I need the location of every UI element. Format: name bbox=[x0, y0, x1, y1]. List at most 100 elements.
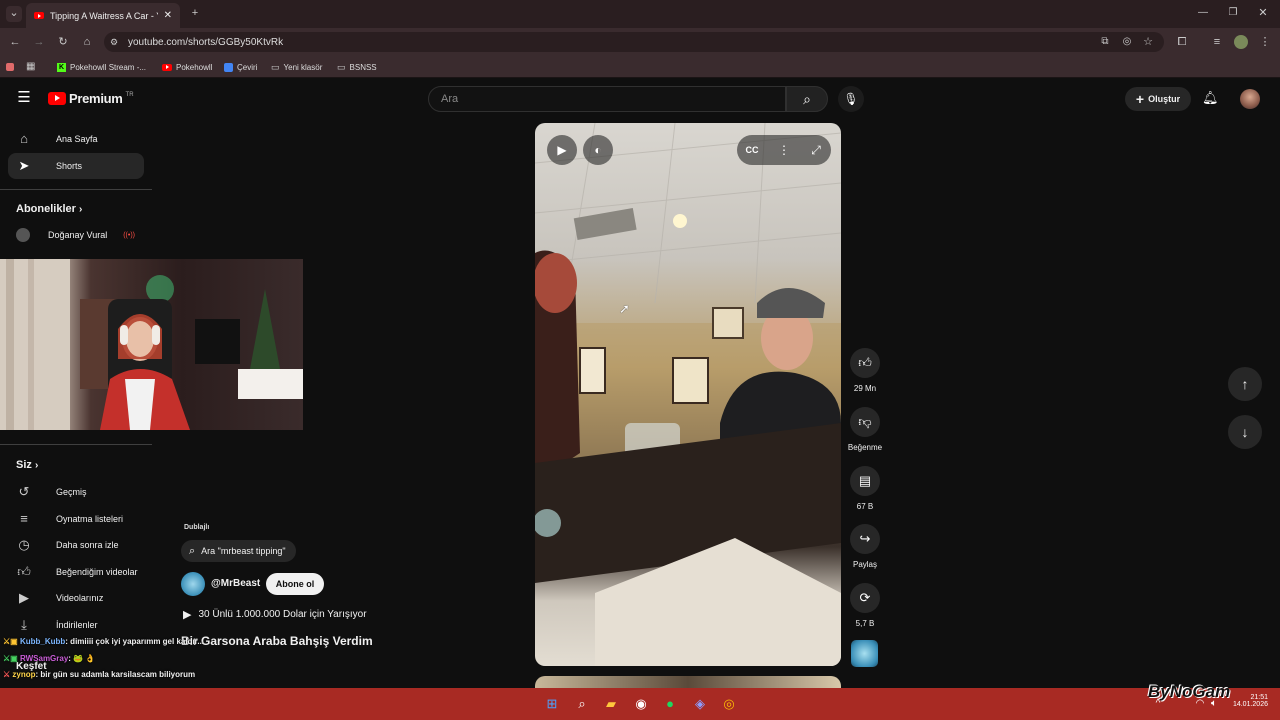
sidebar-item-playlists[interactable]: ≡ Oynatma listeleri bbox=[8, 506, 144, 532]
bookmark-folder-bsnss[interactable]: ▭ BSNSS bbox=[337, 61, 377, 73]
previous-short-button[interactable]: ↑ bbox=[1228, 367, 1262, 401]
play-button[interactable]: ▶ bbox=[547, 135, 577, 165]
site-info-icon[interactable]: ⚙ bbox=[110, 35, 118, 49]
tray-chevron-icon[interactable]: ^ bbox=[1150, 696, 1166, 712]
channel-avatar bbox=[16, 228, 30, 242]
youtube-premium-logo[interactable]: Premium TR bbox=[48, 91, 134, 106]
minimize-button[interactable]: — bbox=[1196, 6, 1210, 20]
arrow-down-icon: ↓ bbox=[1241, 424, 1249, 440]
windows-start-icon[interactable]: ⊞ bbox=[544, 696, 560, 712]
bookmark-red-icon[interactable] bbox=[6, 63, 14, 71]
address-bar[interactable]: ⚙ youtube.com/shorts/GGBy50KtvRk bbox=[104, 32, 1164, 52]
short-title: Bir Garsona Araba Bahşiş Verdim bbox=[181, 634, 373, 648]
shorts-video-player[interactable]: ▶ ◐ CC ⋮ ⤢ bbox=[535, 123, 841, 666]
create-button[interactable]: + Oluştur bbox=[1125, 87, 1191, 111]
comments-action[interactable]: ▤ 67 B bbox=[849, 466, 881, 511]
sidebar-item-downloads[interactable]: ⤓ İndirilenler bbox=[8, 612, 144, 638]
search-icon: ⌕ bbox=[189, 544, 196, 557]
sidebar-item-watch-later[interactable]: ◷ Daha sonra izle bbox=[8, 532, 144, 558]
obs-icon[interactable]: ◉ bbox=[633, 696, 649, 712]
bookmark-pokehowll[interactable]: Pokehowll bbox=[162, 61, 212, 73]
remix-action[interactable]: ⟳ 5,7 B bbox=[849, 583, 881, 628]
bookmark-pokehowll-stream[interactable]: K Pokehowll Stream -... bbox=[57, 61, 146, 73]
chevron-right-icon: › bbox=[34, 460, 39, 471]
playlist-link[interactable]: ▶ 30 Ünlü 1.000.000 Dolar için Yarışıyor bbox=[183, 608, 367, 621]
fullscreen-button[interactable]: ⤢ bbox=[801, 135, 831, 165]
browser-menu-icon[interactable]: ⋮ bbox=[1258, 35, 1272, 49]
tab-search-button[interactable]: ⌄ bbox=[6, 6, 22, 22]
voice-search-icon[interactable]: 🎙 bbox=[838, 86, 864, 112]
sidebar-divider bbox=[0, 189, 152, 190]
extensions-icon[interactable]: ⧠ bbox=[1175, 35, 1189, 49]
system-clock[interactable]: 21:51 14.01.2026 bbox=[1228, 694, 1268, 708]
spotify-icon[interactable]: ● bbox=[662, 696, 678, 712]
chat-message: ⚔▣ RWSamGray: 🐸 👌 bbox=[3, 654, 96, 663]
reading-list-icon[interactable]: ≡ bbox=[1210, 35, 1224, 49]
bookmark-ceviri[interactable]: Çeviri bbox=[224, 61, 257, 73]
profile-avatar[interactable] bbox=[1234, 35, 1248, 49]
url-text: youtube.com/shorts/GGBy50KtvRk bbox=[128, 36, 284, 48]
thumbs-up-icon: 👍︎ bbox=[850, 348, 880, 378]
subscriptions-header[interactable]: Abonelikler › bbox=[16, 203, 82, 215]
volume-button[interactable]: ◐ bbox=[583, 135, 613, 165]
browser-tab[interactable]: Tipping A Waitress A Car - YouT ✕ bbox=[26, 3, 180, 28]
search-button[interactable]: ⌕ bbox=[786, 86, 828, 112]
eye-off-icon[interactable]: ◎ bbox=[1120, 35, 1134, 49]
clock-icon: ◷ bbox=[18, 537, 30, 552]
chevron-right-icon: › bbox=[78, 204, 83, 215]
restore-button[interactable]: ❐ bbox=[1226, 6, 1240, 20]
sidebar-item-your-videos[interactable]: ▶ Videolarınız bbox=[8, 585, 144, 611]
download-icon: ⤓ bbox=[21, 617, 27, 632]
dislike-action[interactable]: 👎︎ Beğenme bbox=[848, 407, 882, 452]
speaker-icon[interactable]: 🔈︎ bbox=[1206, 696, 1222, 712]
discord-icon[interactable]: ◈ bbox=[692, 696, 708, 712]
chat-badge-icon: ⚔▣ bbox=[3, 637, 18, 646]
apps-grid-icon[interactable]: ▦ bbox=[26, 60, 35, 74]
notifications-bell-icon[interactable]: 🔔︎ bbox=[1202, 91, 1219, 105]
window-close-button[interactable]: ✕ bbox=[1256, 6, 1270, 20]
webcam-scene bbox=[0, 259, 303, 430]
forward-icon[interactable]: → bbox=[32, 35, 46, 49]
hamburger-menu-icon[interactable]: ☰ bbox=[16, 90, 32, 105]
chat-message: ⚔ zynop: bir gün su adamla karsilascam b… bbox=[3, 670, 196, 679]
like-action[interactable]: 👍︎ 29 Mn bbox=[849, 348, 881, 393]
bookmark-folder-yeni[interactable]: ▭ Yeni klasör bbox=[271, 61, 322, 73]
plus-icon: + bbox=[1135, 91, 1145, 107]
file-explorer-icon[interactable]: ▰ bbox=[603, 696, 619, 712]
you-header[interactable]: Siz › bbox=[16, 459, 38, 471]
captions-button[interactable]: CC bbox=[737, 135, 767, 165]
back-icon[interactable]: ← bbox=[8, 35, 22, 49]
youtube-logo-icon bbox=[48, 92, 66, 105]
subscribe-button[interactable]: Abone ol bbox=[266, 573, 324, 595]
next-short-preview[interactable] bbox=[535, 676, 841, 688]
channel-avatar[interactable] bbox=[181, 572, 205, 596]
tab-close-icon[interactable]: ✕ bbox=[164, 10, 172, 21]
sidebar-item-history[interactable]: ↺ Geçmiş bbox=[8, 479, 144, 505]
chat-message: ⚔▣ Kubb_Kubb: dimiiii çok iyi yaparımm g… bbox=[3, 637, 205, 646]
home-browser-icon[interactable]: ⌂ bbox=[80, 35, 94, 49]
taskbar-search-icon[interactable]: ⌕ bbox=[574, 696, 590, 712]
search-input[interactable]: Ara bbox=[428, 86, 786, 112]
chrome-icon[interactable]: ◎ bbox=[721, 696, 737, 712]
sidebar-divider bbox=[0, 444, 152, 445]
more-options-button[interactable]: ⋮ bbox=[769, 135, 799, 165]
install-icon[interactable]: ⧉ bbox=[1098, 35, 1112, 49]
sidebar-item-doganay-vural[interactable]: Doğanay Vural ((•)) bbox=[8, 222, 144, 248]
playlists-icon: ≡ bbox=[20, 511, 28, 526]
reload-icon[interactable]: ↻ bbox=[56, 35, 70, 49]
sidebar-item-liked-videos[interactable]: 👍︎ Beğendiğim videolar bbox=[8, 559, 144, 585]
thumbs-down-icon: 👎︎ bbox=[850, 407, 880, 437]
related-search-chip[interactable]: ⌕ Ara "mrbeast tipping" bbox=[181, 540, 296, 562]
share-action[interactable]: ↪ Paylaş bbox=[849, 524, 881, 569]
bookmark-star-icon[interactable]: ☆ bbox=[1141, 35, 1155, 49]
youtube-favicon-icon bbox=[34, 12, 44, 19]
user-avatar[interactable] bbox=[1240, 89, 1260, 109]
sidebar-item-home[interactable]: ⌂ Ana Sayfa bbox=[8, 126, 144, 152]
channel-name[interactable]: @MrBeast bbox=[211, 578, 260, 589]
sound-thumbnail[interactable] bbox=[851, 640, 878, 667]
sidebar-item-shorts[interactable]: ➤ Shorts bbox=[8, 153, 144, 179]
new-tab-button[interactable]: + bbox=[188, 6, 202, 20]
comment-icon: ▤ bbox=[850, 466, 880, 496]
youtube-bookmark-icon bbox=[162, 63, 172, 71]
next-short-button[interactable]: ↓ bbox=[1228, 415, 1262, 449]
